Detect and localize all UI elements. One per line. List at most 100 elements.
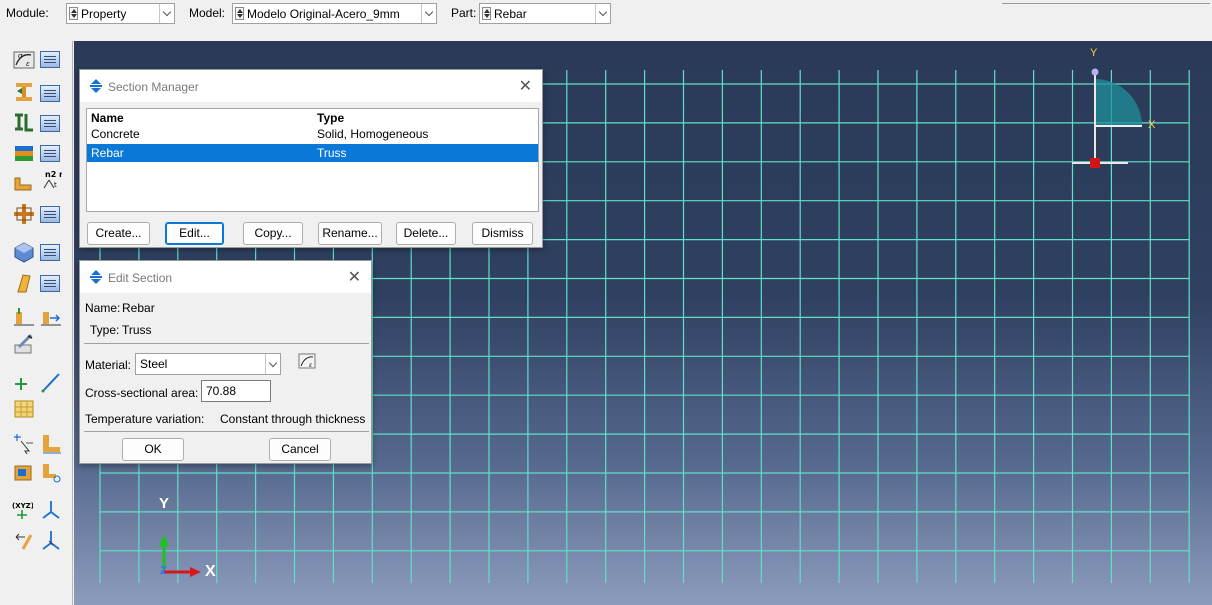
row-type: Solid, Homogeneous (317, 127, 429, 141)
row-type: Truss (317, 146, 347, 160)
svg-text:ε: ε (309, 362, 312, 369)
model-value: Modelo Original-Acero_9mm (247, 7, 400, 21)
assign-beam-orientation-icon[interactable] (13, 306, 35, 328)
create-material-icon[interactable]: σ ε (13, 49, 35, 71)
sketch-icon[interactable] (13, 461, 35, 483)
temperature-label: Temperature variation: (85, 412, 205, 426)
context-bar: Module: Property Model: Modelo Original-… (0, 0, 1212, 26)
chevron-down-icon[interactable] (595, 4, 610, 23)
svg-text:n2 n1: n2 n1 (45, 170, 62, 179)
cancel-button[interactable]: Cancel (269, 438, 331, 461)
section-table: Name Type Concrete Solid, Homogeneous Re… (86, 108, 539, 212)
composite-layup-manager-icon[interactable] (40, 145, 60, 162)
name-label: Name: (85, 301, 121, 315)
spin-icon (482, 7, 491, 20)
edit-button[interactable]: Edit... (165, 222, 224, 245)
table-row[interactable]: Concrete Solid, Homogeneous (87, 125, 538, 143)
close-icon[interactable]: ✕ (519, 76, 532, 96)
svg-text:(XYZ): (XYZ) (12, 502, 33, 510)
triad-y-arrow (159, 535, 169, 546)
datum-csys-icon[interactable] (40, 499, 62, 521)
area-value: 70.88 (206, 384, 237, 398)
abaqus-logo-icon (90, 270, 102, 284)
create-skin-icon[interactable] (13, 203, 35, 225)
special-tool-icon[interactable] (13, 333, 35, 355)
close-icon[interactable]: ✕ (348, 267, 361, 287)
create-stringer-icon[interactable] (13, 241, 35, 263)
section-manager-title: Section Manager (108, 80, 199, 94)
chevron-down-icon[interactable] (159, 4, 174, 23)
assign-orientation-icon[interactable]: n2 n1 t (40, 168, 62, 190)
datum-point-icon[interactable]: (XYZ) (11, 499, 33, 521)
create-profile-icon[interactable] (13, 111, 35, 133)
name-value: Rebar (122, 301, 155, 315)
material-value: Steel (140, 357, 168, 371)
section-manager-dialog: Section Manager ✕ Name Type Concrete Sol… (79, 69, 543, 248)
assign-normal-icon[interactable] (40, 306, 62, 328)
chevron-down-icon[interactable] (421, 4, 436, 23)
svg-text:ε: ε (26, 60, 30, 68)
material-select[interactable]: Steel (135, 353, 281, 375)
chevron-down-icon[interactable] (265, 354, 280, 374)
part-combo[interactable]: Rebar (479, 3, 611, 24)
spin-icon (69, 7, 78, 20)
module-value: Property (81, 7, 127, 21)
row-name: Concrete (91, 127, 140, 141)
datum-plane-icon[interactable] (40, 529, 62, 551)
edit-section-title: Edit Section (108, 271, 173, 285)
view-y-label: Y (159, 495, 170, 512)
section-manager-icon[interactable] (40, 85, 60, 102)
view-x-label: X (205, 563, 216, 580)
divider (1002, 3, 1210, 4)
dismiss-button[interactable]: Dismiss (472, 222, 533, 245)
abaqus-logo-icon (90, 79, 102, 93)
spin-icon (235, 7, 244, 20)
model-combo[interactable]: Modelo Original-Acero_9mm (232, 3, 437, 24)
table-row-selected[interactable]: Rebar Truss (87, 144, 538, 162)
section-manager-title-bar[interactable]: Section Manager ✕ (80, 70, 542, 102)
toolbox-edge (72, 41, 73, 605)
create-line-icon[interactable] (40, 371, 62, 393)
area-input[interactable]: 70.88 (201, 380, 271, 402)
profile-manager-icon[interactable] (40, 115, 60, 132)
partition-icon[interactable] (13, 398, 35, 420)
stringer-manager-icon[interactable] (40, 244, 60, 261)
triad-x-arrow (190, 567, 201, 577)
create-point-icon[interactable] (10, 373, 32, 395)
material-label: Material: (85, 358, 132, 372)
edit-section-title-bar[interactable]: Edit Section ✕ (80, 261, 371, 293)
create-material-icon[interactable]: ε (298, 352, 316, 370)
svg-text:σ: σ (18, 52, 23, 60)
area-label: Cross-sectional area: (85, 386, 199, 400)
assign-section-icon[interactable] (13, 172, 35, 194)
ok-button[interactable]: OK (122, 438, 184, 461)
create-section-icon[interactable] (13, 81, 35, 103)
toolbox: σ ε n2 n1 t (0, 41, 74, 605)
module-combo[interactable]: Property (66, 3, 175, 24)
view-z-label: Z (160, 565, 167, 577)
temperature-value[interactable]: Constant through thickness (220, 412, 365, 426)
create-button[interactable]: Create... (87, 222, 150, 245)
material-manager-icon[interactable] (40, 51, 60, 68)
inertia-manager-icon[interactable] (40, 275, 60, 292)
column-header-name[interactable]: Name (91, 111, 124, 125)
svg-text:t: t (54, 181, 57, 189)
abaqus-cae-window: Module: Property Model: Modelo Original-… (0, 0, 1212, 605)
column-header-type[interactable]: Type (317, 111, 344, 125)
type-label: Type: (90, 323, 120, 337)
create-inertia-icon[interactable] (13, 272, 35, 294)
repair-icon[interactable] (40, 461, 62, 483)
delete-button[interactable]: Delete... (396, 222, 456, 245)
create-composite-layup-icon[interactable] (13, 142, 35, 164)
edit-section-dialog: Edit Section ✕ Name: Rebar Type: Truss M… (79, 260, 372, 464)
part-label: Part: (451, 6, 477, 20)
datum-icon[interactable] (40, 433, 62, 455)
model-label: Model: (189, 6, 226, 20)
row-name: Rebar (91, 146, 124, 160)
rename-button[interactable]: Rename... (318, 222, 382, 245)
module-label: Module: (6, 6, 49, 20)
datum-axis-icon[interactable] (13, 529, 35, 551)
skin-manager-icon[interactable] (40, 206, 60, 223)
query-icon[interactable] (13, 433, 35, 455)
copy-button[interactable]: Copy... (243, 222, 303, 245)
